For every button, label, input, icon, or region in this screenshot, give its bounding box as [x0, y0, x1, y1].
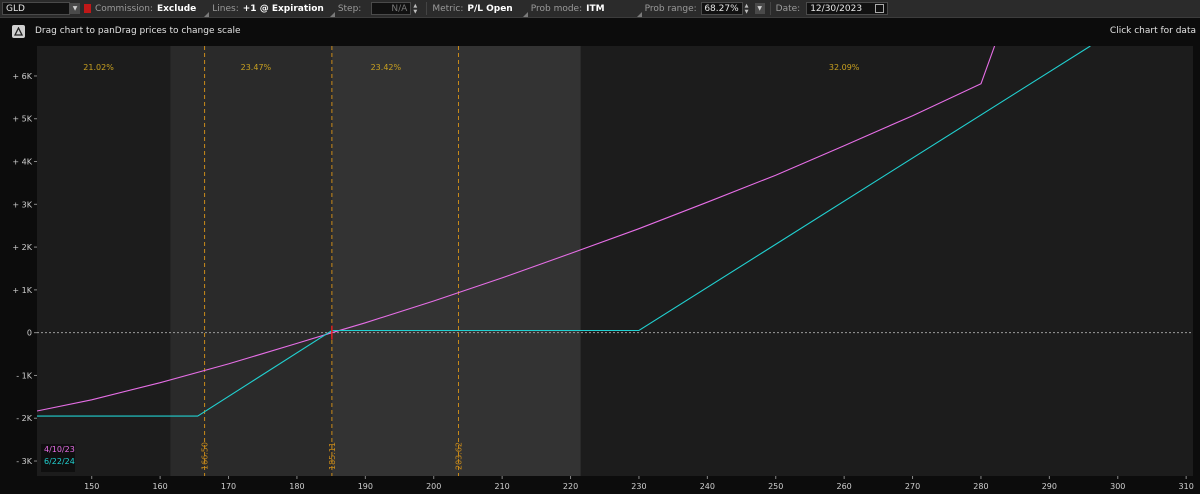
x-tick-label: 170 — [221, 482, 236, 491]
step-spinner-icon[interactable]: ▲ ▼ — [413, 2, 421, 15]
drag-hint: Drag chart to panDrag prices to change s… — [35, 26, 241, 36]
y-tick-label: - 1K — [16, 371, 33, 380]
commission-value[interactable]: Exclude — [157, 4, 196, 14]
y-tick-label: + 2K — [12, 243, 32, 252]
x-tick-label: 310 — [1179, 482, 1194, 491]
lines-value[interactable]: +1 @ Expiration — [243, 4, 324, 14]
x-tick-label: 200 — [426, 482, 441, 491]
legend-item-6-22-24: 6/22/24 — [44, 457, 75, 466]
probability-zone — [37, 46, 171, 476]
toolbar: GLD ▼ Commission: Exclude Lines: +1 @ Ex… — [0, 0, 1200, 18]
zone-probability-label: 23.42% — [371, 63, 402, 72]
divider — [769, 2, 771, 15]
x-tick-label: 280 — [973, 482, 988, 491]
chart-mode-icon[interactable] — [12, 24, 25, 38]
lines-dropdown-icon[interactable] — [329, 12, 335, 17]
risk-profile-chart[interactable]: 21.02% 23.47% 23.42% 32.09% 166.50 185.11 203… — [0, 46, 1200, 494]
y-axis-panel — [0, 46, 37, 494]
x-tick-label: 160 — [152, 482, 167, 491]
price-marker-label: 203.62 — [454, 442, 463, 470]
lines-label: Lines: — [212, 3, 239, 14]
price-marker-label: 185.11 — [328, 442, 337, 470]
info-bar: Drag chart to panDrag prices to change s… — [0, 18, 1200, 44]
x-tick-label: 220 — [563, 482, 578, 491]
probability-zone — [170, 46, 332, 476]
prob-range-value: 68.27% — [704, 3, 739, 14]
zone-probability-label: 23.47% — [241, 63, 272, 72]
x-tick-label: 290 — [1042, 482, 1057, 491]
date-label: Date: — [775, 3, 801, 14]
symbol-value: GLD — [6, 3, 25, 14]
probability-zones: 21.02% 23.47% 23.42% 32.09% — [37, 46, 1193, 476]
x-tick-label: 210 — [494, 482, 509, 491]
metric-value[interactable]: P/L Open — [467, 4, 512, 14]
metric-dropdown-icon[interactable] — [522, 12, 528, 17]
x-tick-label: 180 — [289, 482, 304, 491]
zone-probability-label: 32.09% — [829, 63, 860, 72]
commission-label: Commission: — [95, 3, 153, 14]
metric-label: Metric: — [432, 3, 464, 14]
symbol-dropdown-icon[interactable]: ▼ — [70, 3, 80, 14]
y-tick-label: + 6K — [12, 72, 32, 81]
calendar-icon[interactable] — [875, 4, 885, 13]
x-tick-label: 300 — [1110, 482, 1125, 491]
x-tick-label: 190 — [358, 482, 373, 491]
date-field[interactable]: 12/30/2023 — [806, 2, 889, 15]
x-tick-label: 270 — [905, 482, 920, 491]
step-field[interactable]: N/A — [371, 2, 412, 15]
y-tick-label: - 2K — [16, 414, 33, 423]
prob-mode-label: Prob mode: — [530, 3, 583, 14]
alert-flag-icon[interactable] — [84, 4, 91, 13]
y-tick-label: 0 — [27, 329, 32, 338]
prob-mode-value[interactable]: ITM — [586, 4, 604, 14]
prob-range-field[interactable]: 68.27% — [700, 2, 743, 15]
probability-zone — [331, 46, 581, 476]
step-value: N/A — [391, 3, 408, 14]
x-tick-label: 250 — [768, 482, 783, 491]
symbol-field[interactable]: GLD — [2, 2, 70, 15]
divider — [426, 2, 428, 15]
x-tick-label: 150 — [84, 482, 99, 491]
click-hint: Click chart for data — [1109, 26, 1196, 36]
x-tick-label: 260 — [837, 482, 852, 491]
x-tick-label: 240 — [700, 482, 715, 491]
probability-zone — [580, 46, 1193, 476]
x-axis-panel — [0, 476, 1200, 494]
price-marker-label: 166.50 — [201, 442, 210, 470]
prob-range-label: Prob range: — [644, 3, 697, 14]
prob-range-spinner-icon[interactable]: ▲ ▼ — [745, 2, 753, 15]
zone-probability-label: 21.02% — [83, 63, 114, 72]
y-tick-label: + 5K — [12, 115, 32, 124]
prob-range-dropdown-icon[interactable]: ▼ — [754, 3, 765, 14]
y-tick-label: + 4K — [12, 158, 32, 167]
commission-dropdown-icon[interactable] — [204, 12, 210, 17]
prob-mode-dropdown-icon[interactable] — [636, 12, 642, 17]
y-tick-label: + 1K — [12, 286, 32, 295]
legend-item-4-10-23: 4/10/23 — [44, 445, 75, 454]
y-tick-label: - 3K — [16, 457, 33, 466]
y-tick-label: + 3K — [12, 200, 32, 209]
date-value: 12/30/2023 — [810, 3, 863, 14]
x-tick-label: 230 — [631, 482, 646, 491]
chart-legend: 4/10/23 6/22/24 — [41, 444, 75, 472]
step-label: Step: — [337, 3, 362, 14]
